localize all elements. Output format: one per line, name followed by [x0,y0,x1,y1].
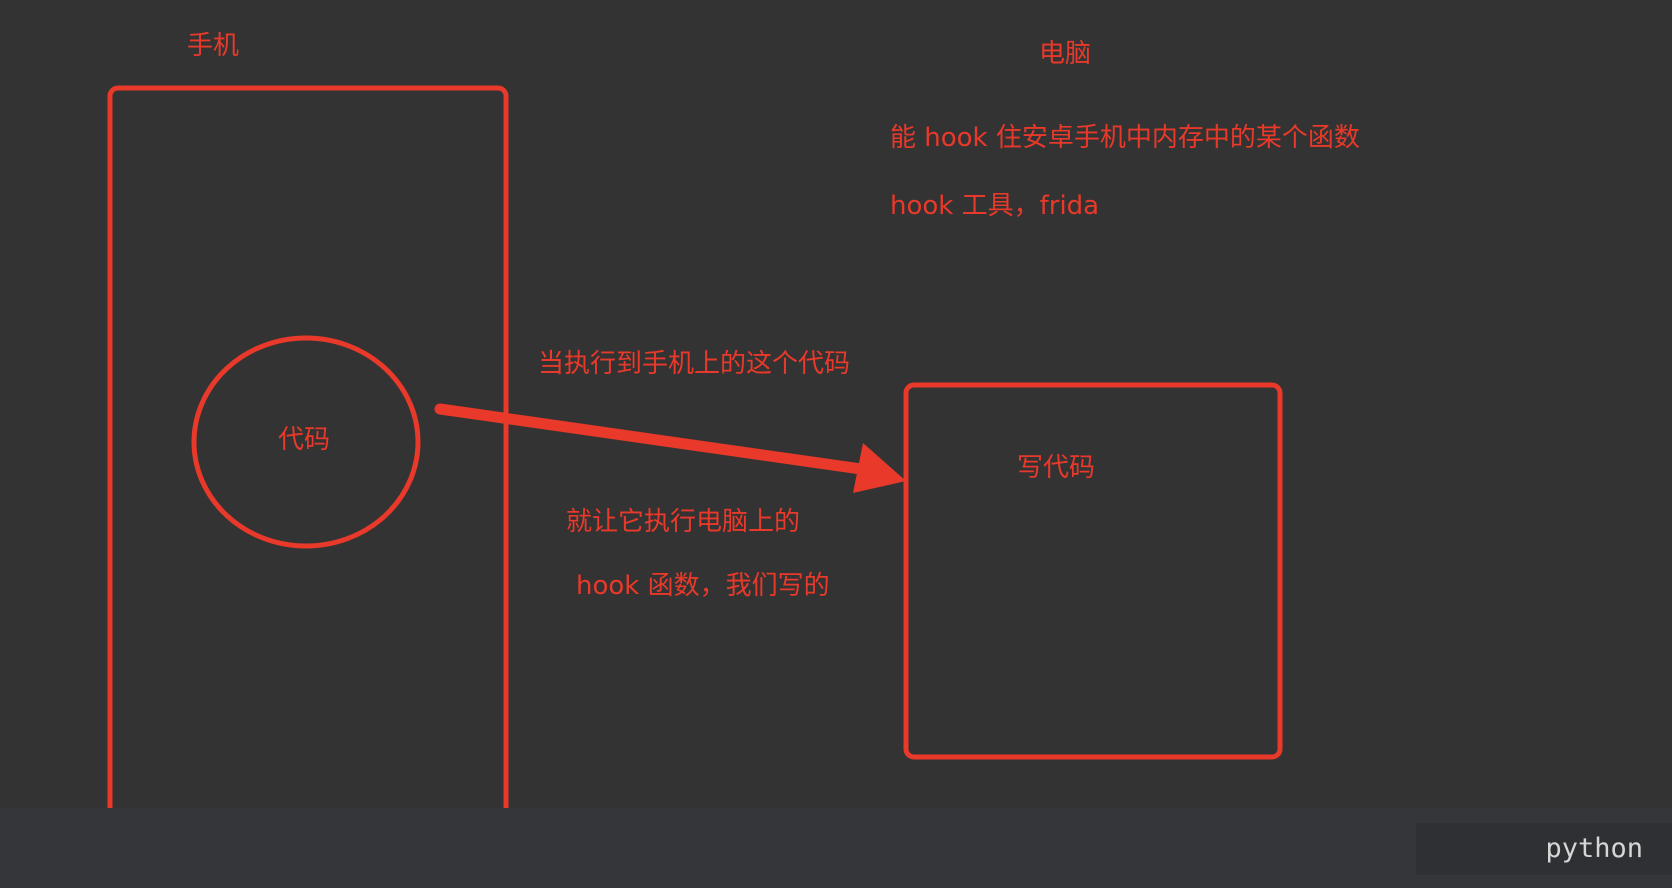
phone-box [107,85,509,833]
arrow-top-label: 当执行到手机上的这个代码 [538,349,851,379]
diagram-canvas: 手机 电脑 能 hook 住安卓手机中内存中的某个函数 hook 工具，frid… [0,0,1672,888]
hook-description: 能 hook 住安卓手机中内存中的某个函数 [890,123,1360,153]
phone-title: 手机 [187,31,240,61]
diagram-svg [107,85,1283,833]
arrow-bottom-label-line1: 就让它执行电脑上的 [566,507,801,537]
code-language-badge: python [1416,823,1672,875]
arrow-bottom-label-line2: hook 函数，我们写的 [576,571,830,601]
computer-box [903,382,1283,760]
code-label: 代码 [278,425,331,455]
hook-tool-text: hook 工具，frida [890,191,1100,221]
computer-title: 电脑 [1039,39,1092,69]
write-code-label: 写代码 [1017,453,1096,483]
arrow-head [853,443,906,493]
